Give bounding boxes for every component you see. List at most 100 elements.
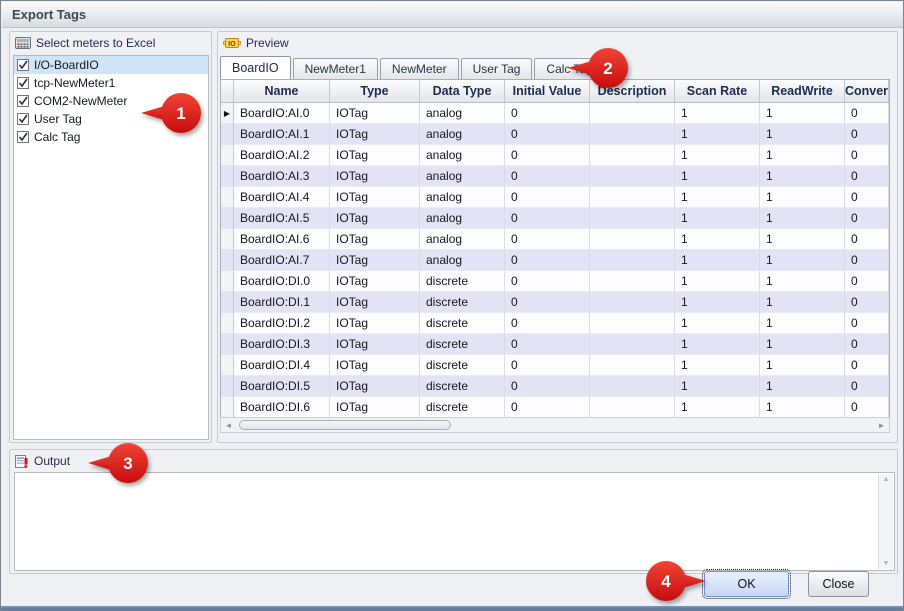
table-cell[interactable]: 0 [505,145,590,166]
table-row[interactable]: BoardIO:DI.6IOTagdiscrete0110 [221,397,889,417]
table-cell[interactable]: BoardIO:DI.2 [234,313,330,334]
table-cell[interactable]: 1 [760,334,845,355]
table-cell[interactable]: 1 [675,271,760,292]
table-cell[interactable]: analog [420,145,505,166]
table-cell[interactable]: BoardIO:AI.4 [234,187,330,208]
table-cell[interactable]: 0 [505,271,590,292]
close-button[interactable]: Close [808,571,869,597]
checkbox-checked-icon[interactable] [17,77,29,89]
table-cell[interactable] [590,313,675,334]
table-cell[interactable]: 1 [675,124,760,145]
table-cell[interactable]: 0 [505,355,590,376]
scroll-up-arrow-icon[interactable]: ▲ [883,476,890,483]
table-cell[interactable] [590,208,675,229]
table-row[interactable]: BoardIO:AI.2IOTaganalog0110 [221,145,889,166]
table-cell[interactable]: 0 [845,145,889,166]
column-header[interactable]: ReadWrite [760,80,845,102]
table-cell[interactable]: 1 [760,187,845,208]
table-cell[interactable]: 1 [675,229,760,250]
table-cell[interactable] [590,103,675,124]
column-header[interactable]: Conver [845,80,889,102]
table-cell[interactable]: 0 [505,313,590,334]
ok-button[interactable]: OK [704,571,789,597]
scroll-down-arrow-icon[interactable]: ▼ [883,560,890,567]
column-header[interactable]: Name [234,80,330,102]
table-cell[interactable]: IOTag [330,355,420,376]
table-cell[interactable]: 1 [760,397,845,417]
table-cell[interactable]: analog [420,166,505,187]
table-cell[interactable]: 0 [845,229,889,250]
column-header[interactable]: Data Type [420,80,505,102]
table-cell[interactable]: IOTag [330,250,420,271]
table-cell[interactable]: 0 [845,124,889,145]
table-cell[interactable]: BoardIO:DI.6 [234,397,330,417]
table-cell[interactable]: BoardIO:DI.5 [234,376,330,397]
table-row[interactable]: BoardIO:AI.1IOTaganalog0110 [221,124,889,145]
table-cell[interactable]: analog [420,250,505,271]
table-cell[interactable]: 1 [675,292,760,313]
table-row[interactable]: BoardIO:DI.2IOTagdiscrete0110 [221,313,889,334]
table-cell[interactable]: 1 [760,292,845,313]
meters-list-item[interactable]: I/O-BoardIO [14,56,208,74]
table-cell[interactable] [590,187,675,208]
checkbox-checked-icon[interactable] [17,113,29,125]
table-cell[interactable]: 1 [675,187,760,208]
checkbox-checked-icon[interactable] [17,95,29,107]
titlebar[interactable]: Export Tags [2,2,903,28]
table-cell[interactable]: 1 [675,376,760,397]
table-cell[interactable]: IOTag [330,229,420,250]
table-cell[interactable]: 1 [675,103,760,124]
table-cell[interactable]: 0 [505,208,590,229]
table-cell[interactable]: 0 [845,376,889,397]
meters-list-item[interactable]: tcp-NewMeter1 [14,74,208,92]
table-cell[interactable]: 0 [845,208,889,229]
table-cell[interactable]: analog [420,208,505,229]
table-cell[interactable]: 0 [845,292,889,313]
table-cell[interactable]: analog [420,187,505,208]
table-cell[interactable]: discrete [420,397,505,417]
table-cell[interactable]: IOTag [330,145,420,166]
scroll-right-arrow-icon[interactable]: ► [874,421,889,430]
table-cell[interactable]: IOTag [330,124,420,145]
table-row[interactable]: BoardIO:AI.5IOTaganalog0110 [221,208,889,229]
table-cell[interactable]: discrete [420,271,505,292]
table-cell[interactable]: discrete [420,376,505,397]
table-cell[interactable]: IOTag [330,187,420,208]
table-cell[interactable] [590,124,675,145]
table-cell[interactable]: 1 [675,313,760,334]
table-cell[interactable]: 1 [760,376,845,397]
table-cell[interactable] [590,376,675,397]
table-row[interactable]: BoardIO:AI.7IOTaganalog0110 [221,250,889,271]
table-cell[interactable]: discrete [420,355,505,376]
table-row[interactable]: BoardIO:DI.0IOTagdiscrete0110 [221,271,889,292]
scrollbar-thumb[interactable] [239,420,451,430]
table-cell[interactable]: 0 [505,397,590,417]
checkbox-checked-icon[interactable] [17,59,29,71]
scroll-left-arrow-icon[interactable]: ◄ [221,421,236,430]
table-cell[interactable]: BoardIO:DI.0 [234,271,330,292]
table-cell[interactable]: 1 [675,166,760,187]
table-cell[interactable]: 0 [505,166,590,187]
tab-boardio[interactable]: BoardIO [220,56,291,80]
table-cell[interactable]: 1 [760,355,845,376]
output-vertical-scrollbar[interactable]: ▲ ▼ [878,474,893,569]
table-cell[interactable]: 1 [760,124,845,145]
table-cell[interactable]: 0 [505,292,590,313]
table-cell[interactable]: BoardIO:AI.3 [234,166,330,187]
table-cell[interactable]: IOTag [330,208,420,229]
table-cell[interactable]: discrete [420,334,505,355]
table-cell[interactable]: 0 [505,103,590,124]
column-header[interactable]: Type [330,80,420,102]
output-textarea[interactable]: ▲ ▼ [14,472,895,571]
checkbox-checked-icon[interactable] [17,131,29,143]
table-cell[interactable]: 0 [845,355,889,376]
table-row[interactable]: BoardIO:AI.6IOTaganalog0110 [221,229,889,250]
table-cell[interactable]: IOTag [330,166,420,187]
table-cell[interactable]: 1 [675,250,760,271]
table-cell[interactable]: 0 [845,250,889,271]
column-header[interactable]: Scan Rate [675,80,760,102]
tag-table[interactable]: NameTypeData TypeInitial ValueDescriptio… [220,79,890,417]
table-cell[interactable]: 0 [845,313,889,334]
table-row[interactable]: BoardIO:AI.3IOTaganalog0110 [221,166,889,187]
table-cell[interactable]: 1 [675,397,760,417]
